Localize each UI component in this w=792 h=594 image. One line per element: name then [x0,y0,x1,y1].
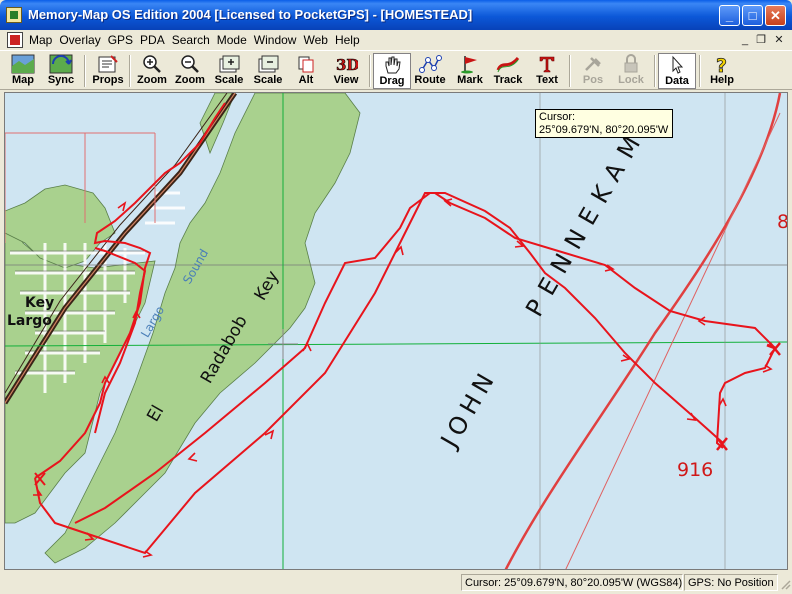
mdi-minimize-button[interactable]: _ [738,33,752,47]
window-title: Memory-Map OS Edition 2004 [Licensed to … [28,7,473,22]
zoom-out-icon [181,55,199,73]
lock-button[interactable]: Lock [612,53,650,89]
document-icon[interactable] [7,32,23,48]
help-icon: ? [716,55,728,74]
close-button[interactable]: ✕ [765,5,786,26]
toolbar-separator [699,55,701,87]
sync-button-label: Sync [47,74,75,86]
tooltip-coordinates: 25°09.679'N, 80°20.095'W [539,124,669,136]
menu-gps[interactable]: GPS [107,33,139,47]
menu-window[interactable]: Window [253,33,303,47]
zoom-in-label: Zoom [137,74,167,86]
track-button-label: Track [493,74,523,86]
text-icon [539,56,555,73]
toolbar-separator [369,55,371,87]
scale-down-button[interactable]: Scale [249,53,287,89]
alt-button[interactable]: Alt [287,53,325,89]
alt-button-label: Alt [298,74,314,86]
scale-down-icon [258,55,279,73]
label-depth-916: 916 [677,459,713,481]
text-button-label: Text [536,74,558,86]
pos-button[interactable]: Pos [574,53,612,89]
label-key-largo-2: Largo [7,313,52,329]
map-button[interactable]: Map [4,53,42,89]
data-button[interactable]: Data [658,53,696,89]
status-cursor: Cursor: 25°09.679'N, 80°20.095'W (WGS84) [461,574,683,591]
toolbar: Map Sync Props Zoom Zoom Scale Scale Alt… [0,50,792,90]
text-button[interactable]: Text [528,53,566,89]
menu-map[interactable]: Map [28,33,58,47]
label-key-largo-1: Key [25,295,54,311]
menu-overlay[interactable]: Overlay [58,33,106,47]
status-gps: GPS: No Position [684,574,778,591]
scale-up-button[interactable]: Scale [210,53,248,89]
lock-button-label: Lock [618,74,644,86]
route-button-label: Route [414,74,446,86]
tooltip-heading: Cursor: [539,111,576,123]
toolbar-separator [84,55,86,87]
toolbar-separator [129,55,131,87]
properties-icon [98,55,118,73]
track-button[interactable]: Track [489,53,527,89]
view-3d-button[interactable]: 3D View [327,53,365,89]
zoom-out-button[interactable]: Zoom [171,53,209,89]
map-view[interactable]: Key Largo El Radabob Key Largo Sound JOH… [4,92,788,570]
props-button[interactable]: Props [89,53,127,89]
menu-web[interactable]: Web [302,33,333,47]
status-blank-pane [0,574,460,591]
scale-up-label: Scale [214,74,244,86]
menu-help[interactable]: Help [334,33,366,47]
data-button-label: Data [665,75,689,87]
lock-icon [624,54,638,73]
maximize-button[interactable]: □ [742,5,763,26]
route-icon [419,55,442,73]
route-button[interactable]: Route [411,53,449,89]
zoom-in-button[interactable]: Zoom [133,53,171,89]
position-icon [585,57,601,71]
scale-up-icon [219,55,240,73]
hand-icon [385,56,401,74]
help-button-label: Help [710,74,734,86]
mdi-close-button[interactable]: ✕ [772,33,786,47]
resize-grip-icon[interactable] [779,578,791,590]
mark-button[interactable]: Mark [451,53,489,89]
menu-search[interactable]: Search [171,33,216,47]
view-button-label: View [333,74,359,86]
menu-bar: Map Overlay GPS PDA Search Mode Window W… [0,30,792,50]
sync-button[interactable]: Sync [42,53,80,89]
svg-text:3D: 3D [336,56,358,74]
scale-down-label: Scale [253,74,283,86]
app-icon[interactable] [6,7,22,23]
zoom-out-label: Zoom [175,74,205,86]
pos-button-label: Pos [582,74,604,86]
minimize-button[interactable]: _ [719,5,740,26]
3d-view-icon: 3D [336,56,358,74]
mark-button-label: Mark [457,74,483,86]
alternate-map-icon [298,56,314,73]
toolbar-separator [654,55,656,87]
status-bar: Cursor: 25°09.679'N, 80°20.095'W (WGS84)… [0,572,792,594]
menu-pda[interactable]: PDA [139,33,171,47]
drag-button[interactable]: Drag [373,53,411,89]
drag-button-label: Drag [379,75,405,87]
map-button-label: Map [12,74,34,86]
map-icon [11,54,35,74]
map-canvas[interactable]: Key Largo El Radabob Key Largo Sound JOH… [5,93,788,570]
title-bar: Memory-Map OS Edition 2004 [Licensed to … [0,0,792,30]
svg-text:?: ? [716,55,727,74]
mdi-restore-button[interactable]: ❐ [754,33,768,47]
label-depth-8: 8 [777,211,788,233]
toolbar-separator [569,55,571,87]
cursor-icon [672,55,684,74]
flag-icon [461,56,477,74]
sync-icon [49,54,73,74]
zoom-in-icon [143,55,161,73]
menu-mode[interactable]: Mode [216,33,253,47]
help-button[interactable]: ? Help [703,53,741,89]
props-button-label: Props [92,74,124,86]
cursor-tooltip: Cursor: 25°09.679'N, 80°20.095'W [535,109,673,138]
track-icon [496,56,520,73]
